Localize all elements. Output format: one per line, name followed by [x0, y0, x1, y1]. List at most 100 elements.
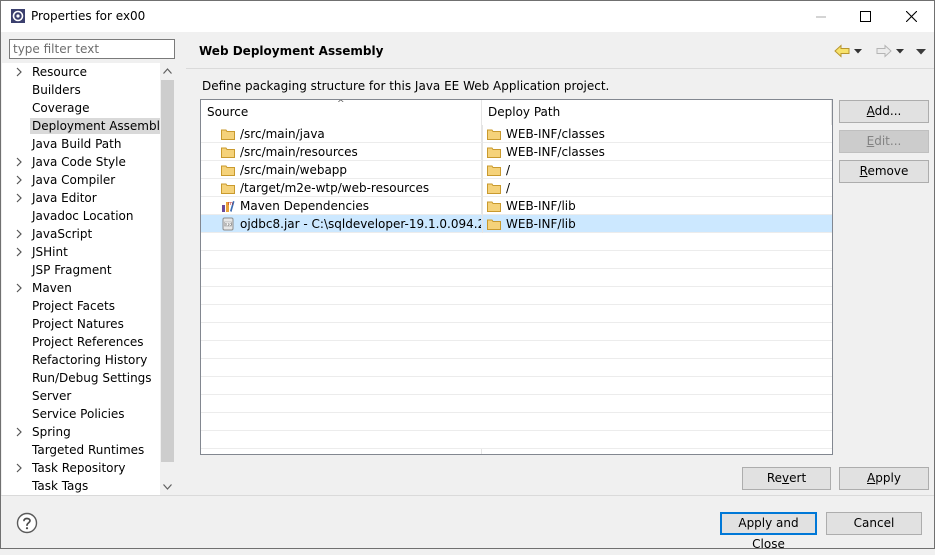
tree-item[interactable]: Javadoc Location [2, 207, 160, 225]
expand-chevron-icon[interactable] [14, 426, 24, 438]
tree-item-label: Maven [32, 281, 72, 295]
cancel-button[interactable]: Cancel [826, 512, 922, 535]
source-text: /src/main/java [240, 127, 325, 141]
source-cell: /src/main/resources [201, 143, 481, 161]
tree-item[interactable]: JSHint [2, 243, 160, 261]
edit-button[interactable]: Edit... [839, 130, 929, 153]
expand-chevron-icon[interactable] [14, 228, 24, 240]
tree-item[interactable]: Resource [2, 63, 160, 81]
tree-item[interactable]: Java Build Path [2, 135, 160, 153]
apply-and-close-button[interactable]: Apply and Close [720, 512, 817, 551]
tree-item-label: Project References [32, 335, 144, 349]
tree-item-label: JSHint [32, 245, 68, 259]
table-row[interactable]: /target/m2e-wtp/web-resources / [201, 179, 832, 197]
expand-chevron-icon[interactable] [14, 174, 24, 186]
close-button[interactable] [889, 1, 934, 32]
chevron-up-icon [163, 68, 172, 74]
deploy-path-cell: WEB-INF/classes [482, 125, 832, 143]
scroll-down-arrow[interactable] [160, 479, 175, 495]
tree-item-label: Task Tags [32, 479, 89, 493]
column-header-deploy-path[interactable]: Deploy Path [482, 100, 832, 125]
tree-item[interactable]: Maven [2, 279, 160, 297]
table-row[interactable]: /src/main/webapp / [201, 161, 832, 179]
forward-dropdown-icon[interactable] [896, 48, 904, 54]
forward-arrow-icon[interactable] [876, 44, 892, 58]
tree-item-label: Javadoc Location [32, 209, 134, 223]
tree-scrollbar[interactable] [160, 63, 175, 495]
tree-item[interactable]: Java Compiler [2, 171, 160, 189]
close-icon [906, 11, 917, 22]
pane-splitter[interactable] [179, 32, 186, 495]
source-cell: /target/m2e-wtp/web-resources [201, 179, 481, 197]
deploy-path-text: WEB-INF/classes [506, 145, 605, 159]
tree-item[interactable]: Task Tags [2, 477, 160, 495]
empty-row [201, 413, 832, 431]
back-arrow-icon[interactable] [834, 44, 850, 58]
tree-item[interactable]: Service Policies [2, 405, 160, 423]
back-dropdown-icon[interactable] [854, 48, 862, 54]
eclipse-app-icon [11, 9, 25, 23]
table-row[interactable]: 010 ojdbc8.jar - C:\sqldeveloper-19.1.0.0… [201, 215, 832, 233]
empty-row [201, 377, 832, 395]
tree-item[interactable]: Java Editor [2, 189, 160, 207]
empty-row [201, 395, 832, 413]
revert-button[interactable]: Revert [742, 467, 831, 490]
add-button-label-post: dd... [874, 104, 902, 118]
tree-item-label: JavaScript [32, 227, 93, 241]
svg-text:010: 010 [225, 222, 233, 226]
table-row[interactable]: /src/main/java WEB-INF/classes [201, 125, 832, 143]
column-header-source[interactable]: ^ Source [201, 100, 482, 125]
page-header: Web Deployment Assembly [186, 35, 934, 69]
tree-item[interactable]: Project References [2, 333, 160, 351]
tree-item[interactable]: JSP Fragment [2, 261, 160, 279]
tree-item[interactable]: Refactoring History [2, 351, 160, 369]
source-text: /src/main/resources [240, 145, 358, 159]
scroll-up-arrow[interactable] [160, 63, 175, 79]
deploy-path-cell: / [482, 179, 832, 197]
tree-item[interactable]: Java Code Style [2, 153, 160, 171]
view-menu-icon[interactable] [916, 48, 926, 55]
tree-item[interactable]: Task Repository [2, 459, 160, 477]
minimize-button[interactable] [798, 1, 843, 32]
deployment-table: ^ Source Deploy Path /src/main/java WEB-I… [200, 99, 833, 455]
deploy-path-text: WEB-INF/lib [506, 199, 576, 213]
expand-chevron-icon[interactable] [14, 156, 24, 168]
empty-row [201, 251, 832, 269]
folder-icon [487, 147, 501, 158]
tree-item[interactable]: Coverage [2, 99, 160, 117]
tree-item-label: Targeted Runtimes [32, 443, 145, 457]
edit-button-label-post: dit... [874, 134, 902, 148]
tree-item[interactable]: Targeted Runtimes [2, 441, 160, 459]
tree-item[interactable]: Spring [2, 423, 160, 441]
remove-button[interactable]: Remove [839, 160, 929, 183]
table-row[interactable]: /src/main/resources WEB-INF/classes [201, 143, 832, 161]
tree-item[interactable]: Server [2, 387, 160, 405]
expand-chevron-icon[interactable] [14, 282, 24, 294]
empty-row [201, 323, 832, 341]
filter-input[interactable] [9, 39, 175, 59]
expand-chevron-icon[interactable] [14, 66, 24, 78]
expand-chevron-icon[interactable] [14, 246, 24, 258]
add-button[interactable]: Add... [839, 100, 929, 123]
footer-separator [1, 495, 934, 496]
source-cell: /src/main/webapp [201, 161, 481, 179]
scrollbar-thumb[interactable] [161, 80, 174, 462]
tree-item[interactable]: Deployment Assembly [2, 117, 170, 135]
minimize-icon [815, 16, 826, 17]
tree-item[interactable]: Project Facets [2, 297, 160, 315]
table-row[interactable]: m Maven Dependencies WEB-INF/lib [201, 197, 832, 215]
folder-icon [487, 219, 501, 230]
expand-chevron-icon[interactable] [14, 462, 24, 474]
tree-item[interactable]: Builders [2, 81, 160, 99]
tree-item[interactable]: Project Natures [2, 315, 160, 333]
expand-chevron-icon[interactable] [14, 192, 24, 204]
apply-button-label-post: pply [875, 471, 901, 485]
apply-button[interactable]: Apply [839, 467, 929, 490]
tree-item-label: Refactoring History [32, 353, 148, 367]
tree-item[interactable]: Run/Debug Settings [2, 369, 160, 387]
tree-item-label: Java Editor [32, 191, 97, 205]
maximize-button[interactable] [843, 1, 888, 32]
help-icon[interactable] [16, 512, 38, 534]
tree-item[interactable]: JavaScript [2, 225, 160, 243]
tree-item-label: Java Build Path [32, 137, 122, 151]
